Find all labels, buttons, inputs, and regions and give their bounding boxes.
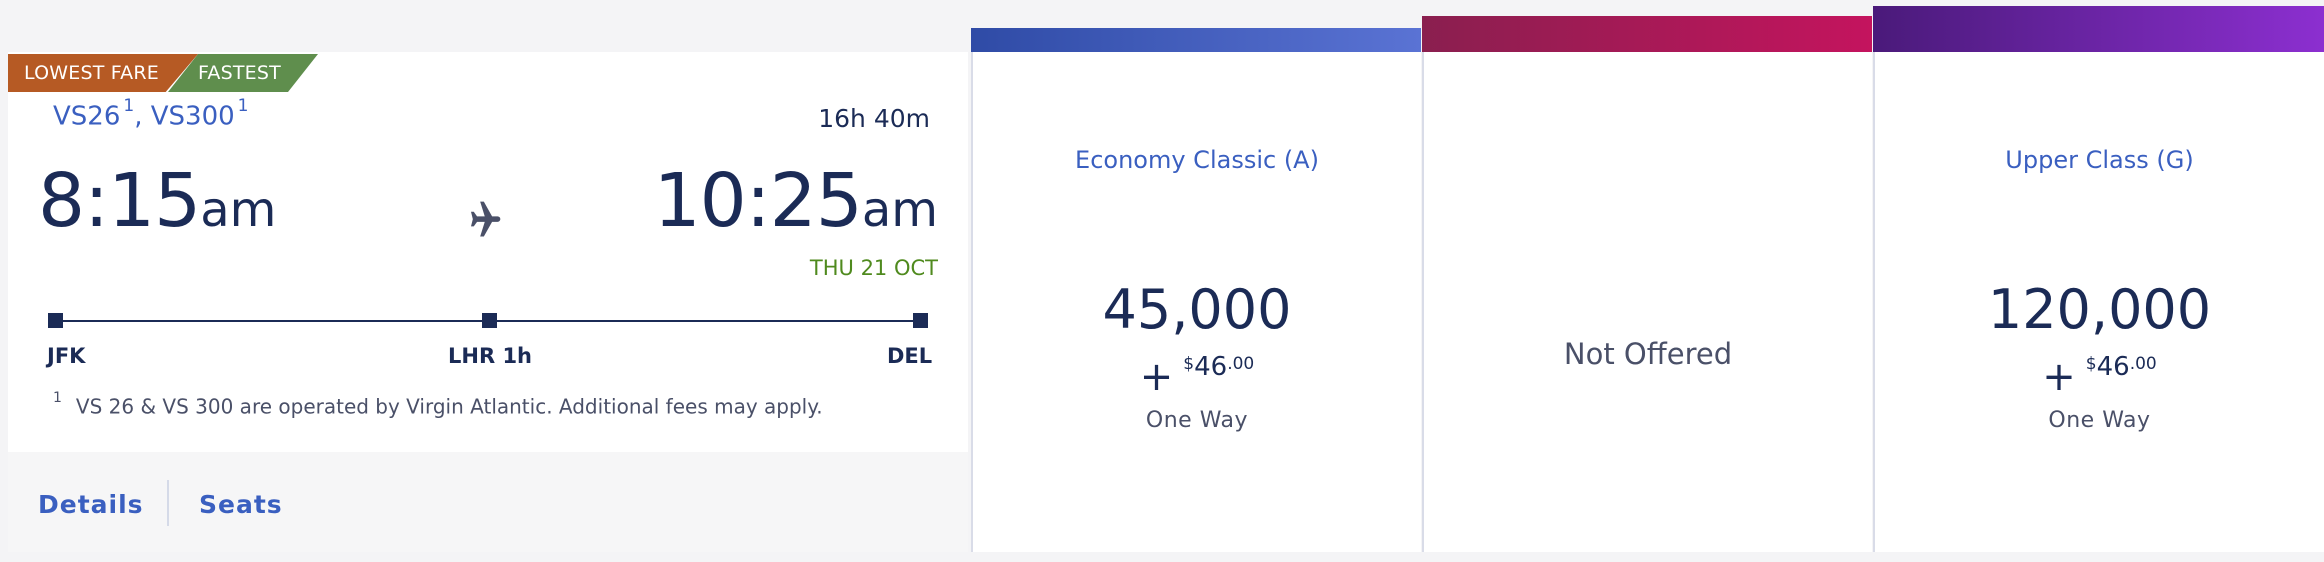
trip-type: One Way [2048,408,2151,433]
upper-color-bar [1873,6,2324,52]
fee-cents: .00 [2129,354,2157,374]
premium-color-bar [1422,16,1872,52]
footnote-mark: 1 [237,96,249,116]
flight-number-link[interactable]: VS26 [53,102,120,132]
fare-title: Economy Classic (A) [1075,146,1319,174]
flight-number-link[interactable]: VS300 [151,102,235,132]
layover-code: LHR 1h [448,344,532,368]
stop-marker [482,313,497,328]
operator-footnote: 1 VS 26 & VS 300 are operated by Virgin A… [53,390,823,419]
economy-color-bar [971,28,1421,52]
departure-ampm: am [200,182,277,238]
footnote-mark: 1 [123,96,135,116]
fare-fee: + $46.00 [973,352,1421,400]
seats-link[interactable]: Seats [199,490,283,519]
card-footer [8,452,968,552]
airplane-icon [460,198,504,242]
destination-marker [913,313,928,328]
fee-cents: .00 [1227,354,1255,374]
flight-duration: 16h 40m [818,104,930,133]
flight-separator: , [134,101,143,132]
footnote-mark: 1 [53,390,62,406]
fare-miles: 120,000 [1987,278,2212,341]
arrival-time-value: 10:25 [653,158,863,244]
fare-miles: 45,000 [1102,278,1292,341]
trip-type: One Way [1145,408,1249,433]
plus-sign: + [1139,353,1174,400]
fee-dollars: 46 [1194,352,1228,382]
not-offered-label: Not Offered [1563,337,1733,371]
fare-column-upper[interactable]: Upper Class (G) 120,000 + $46.00 One Way [1873,52,2324,552]
departure-time: 8:15am [38,158,276,244]
footer-divider [167,480,169,526]
currency-symbol: $ [1183,354,1195,374]
fee-dollars: 46 [2096,352,2130,382]
plus-sign: + [2042,353,2076,400]
lowest-fare-badge: LOWEST FARE [8,54,198,92]
fare-fee: + $46.00 [1875,352,2324,400]
arrival-time: 10:25am [654,158,938,244]
origin-marker [48,313,63,328]
fare-column-economy[interactable]: Economy Classic (A) 45,000 + $46.00 One W… [971,52,1421,552]
fare-title: Upper Class (G) [2005,146,2194,174]
departure-time-value: 8:15 [38,158,201,244]
footnote-text: VS 26 & VS 300 are operated by Virgin At… [75,394,823,419]
origin-code: JFK [47,344,86,368]
flight-numbers: VS26 1, VS300 1 [53,96,248,132]
fare-badges: LOWEST FARE FASTEST [8,54,318,92]
arrival-date: THU 21 OCT [809,256,938,280]
currency-symbol: $ [2085,354,2097,374]
details-link[interactable]: Details [38,490,144,519]
destination-code: DEL [887,344,933,368]
fare-column-unavailable: Not Offered [1422,52,1872,552]
arrival-ampm: am [861,182,938,238]
